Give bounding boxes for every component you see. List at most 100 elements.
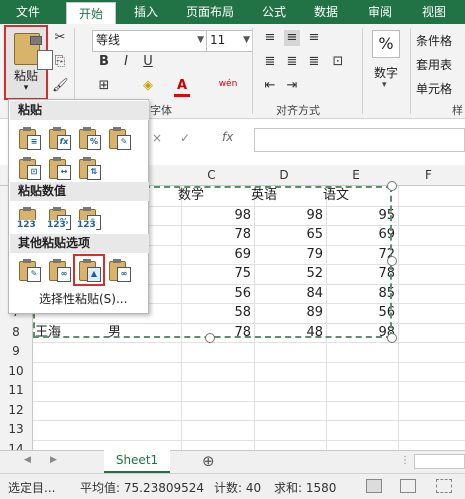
resize-handle[interactable] — [205, 333, 215, 343]
tab-home[interactable]: 开始 — [66, 2, 116, 25]
cell[interactable] — [392, 420, 465, 441]
paste-formatting-icon[interactable]: ✎ — [17, 258, 41, 282]
paste-button[interactable]: 粘贴 ▾ — [4, 25, 53, 100]
cell[interactable] — [392, 362, 465, 382]
italic-button[interactable]: I — [118, 54, 134, 70]
tab-data[interactable]: 数据 — [306, 0, 346, 24]
cell[interactable]: 98 — [175, 205, 255, 226]
cell[interactable] — [248, 361, 327, 382]
row-header[interactable]: 8 — [0, 322, 33, 343]
cell[interactable] — [392, 303, 465, 324]
underline-button[interactable]: U — [140, 54, 156, 70]
cell[interactable]: 98 — [248, 205, 327, 226]
cell[interactable] — [175, 381, 255, 402]
cell[interactable] — [392, 401, 465, 421]
cell[interactable] — [392, 264, 465, 285]
horizontal-scrollbar[interactable] — [414, 454, 465, 469]
tab-file[interactable]: 文件 — [6, 0, 50, 24]
cell[interactable]: 78 — [320, 264, 399, 285]
phonetic-button[interactable]: wén — [214, 76, 242, 92]
paste-special-menu-item[interactable]: 选择性粘贴(S)... — [39, 290, 147, 308]
resize-handle[interactable] — [387, 333, 397, 343]
paste-formulas-icon[interactable]: fx — [47, 126, 71, 150]
row-header[interactable]: 13 — [0, 420, 33, 441]
cell[interactable] — [320, 342, 399, 363]
scroll-right-icon[interactable]: ▶ — [50, 455, 57, 465]
column-header-e[interactable]: E — [320, 165, 393, 186]
cell[interactable] — [32, 361, 182, 382]
cell[interactable] — [392, 186, 465, 207]
cell[interactable] — [248, 342, 327, 363]
row-header[interactable]: 11 — [0, 381, 33, 402]
ellipsis-icon[interactable]: ⋮ — [400, 455, 410, 466]
cell[interactable]: 78 — [175, 322, 255, 343]
page-layout-view-icon[interactable] — [400, 479, 416, 493]
header-cell[interactable]: 英语 — [248, 186, 327, 207]
cell[interactable] — [175, 400, 255, 421]
align-left-icon[interactable]: ≣ — [262, 54, 278, 70]
cell[interactable]: 85 — [320, 283, 399, 304]
format-as-table-button[interactable]: 套用表 — [416, 56, 452, 73]
cell[interactable]: 52 — [248, 264, 327, 285]
cell[interactable]: 48 — [248, 322, 327, 343]
cell[interactable] — [320, 361, 399, 382]
cell[interactable] — [320, 400, 399, 421]
tab-view[interactable]: 视图 — [412, 0, 456, 24]
font-size-select[interactable]: 11 ▼ — [206, 30, 253, 52]
format-painter-icon[interactable]: 🖌 — [52, 78, 69, 94]
align-center-icon[interactable]: ≣ — [284, 54, 300, 70]
paste-values-icon[interactable]: 123 — [17, 206, 41, 230]
keep-source-formatting-icon[interactable]: ✎ — [107, 126, 131, 150]
resize-handle[interactable] — [387, 256, 397, 266]
tab-page-layout[interactable]: 页面布局 — [176, 0, 244, 24]
formula-input[interactable] — [254, 128, 465, 152]
border-icon[interactable]: ⊞ — [96, 78, 112, 94]
cell[interactable] — [32, 342, 182, 363]
row-header[interactable]: 10 — [0, 361, 33, 382]
cell[interactable] — [175, 420, 255, 441]
cell[interactable]: 69 — [175, 244, 255, 265]
confirm-icon[interactable]: ✓ — [180, 131, 192, 147]
cut-icon[interactable]: ✂ — [52, 30, 68, 46]
tab-insert[interactable]: 插入 — [126, 0, 166, 24]
conditional-format-button[interactable]: 条件格 — [416, 32, 452, 49]
tab-formulas[interactable]: 公式 — [252, 0, 296, 24]
copy-icon[interactable]: ⎘ — [52, 54, 68, 70]
align-top-icon[interactable]: ≡ — [262, 30, 278, 46]
cell[interactable]: 79 — [248, 244, 327, 265]
column-header-f[interactable]: F — [392, 165, 465, 186]
values-source-formatting-icon[interactable]: ✎123 — [77, 206, 101, 230]
cell[interactable] — [392, 381, 465, 402]
align-middle-icon[interactable]: ≡ — [284, 30, 300, 46]
cell[interactable]: 95 — [320, 205, 399, 226]
fill-color-icon[interactable]: ◈ — [140, 78, 156, 94]
cell[interactable]: 84 — [248, 283, 327, 304]
cell[interactable] — [248, 381, 327, 402]
cell[interactable] — [248, 400, 327, 421]
cell[interactable] — [320, 381, 399, 402]
header-cell[interactable]: 数学 — [175, 186, 255, 207]
merge-icon[interactable]: ⊡ — [330, 54, 346, 70]
cell[interactable] — [32, 400, 182, 421]
sheet-tab-sheet1[interactable]: Sheet1 — [104, 450, 170, 474]
add-sheet-icon[interactable]: ⊕ — [202, 452, 215, 470]
cell[interactable]: 89 — [248, 303, 327, 324]
cell[interactable]: 65 — [248, 225, 327, 246]
row-header[interactable]: 9 — [0, 342, 33, 363]
percent-icon[interactable]: % — [372, 30, 400, 58]
resize-handle[interactable] — [387, 181, 397, 191]
cell[interactable] — [392, 323, 465, 343]
cell[interactable]: 75 — [175, 264, 255, 285]
font-color-icon[interactable]: A — [174, 78, 190, 97]
cell[interactable] — [175, 342, 255, 363]
cell[interactable]: 56 — [175, 283, 255, 304]
cell[interactable] — [392, 245, 465, 265]
linked-picture-icon[interactable]: ∞ — [107, 258, 131, 282]
cell[interactable] — [175, 361, 255, 382]
no-borders-icon[interactable]: ⊡ — [17, 156, 41, 180]
cell[interactable]: 56 — [320, 303, 399, 324]
cell[interactable] — [392, 342, 465, 363]
cell[interactable] — [392, 225, 465, 246]
cell[interactable] — [320, 420, 399, 441]
cell[interactable] — [392, 206, 465, 226]
